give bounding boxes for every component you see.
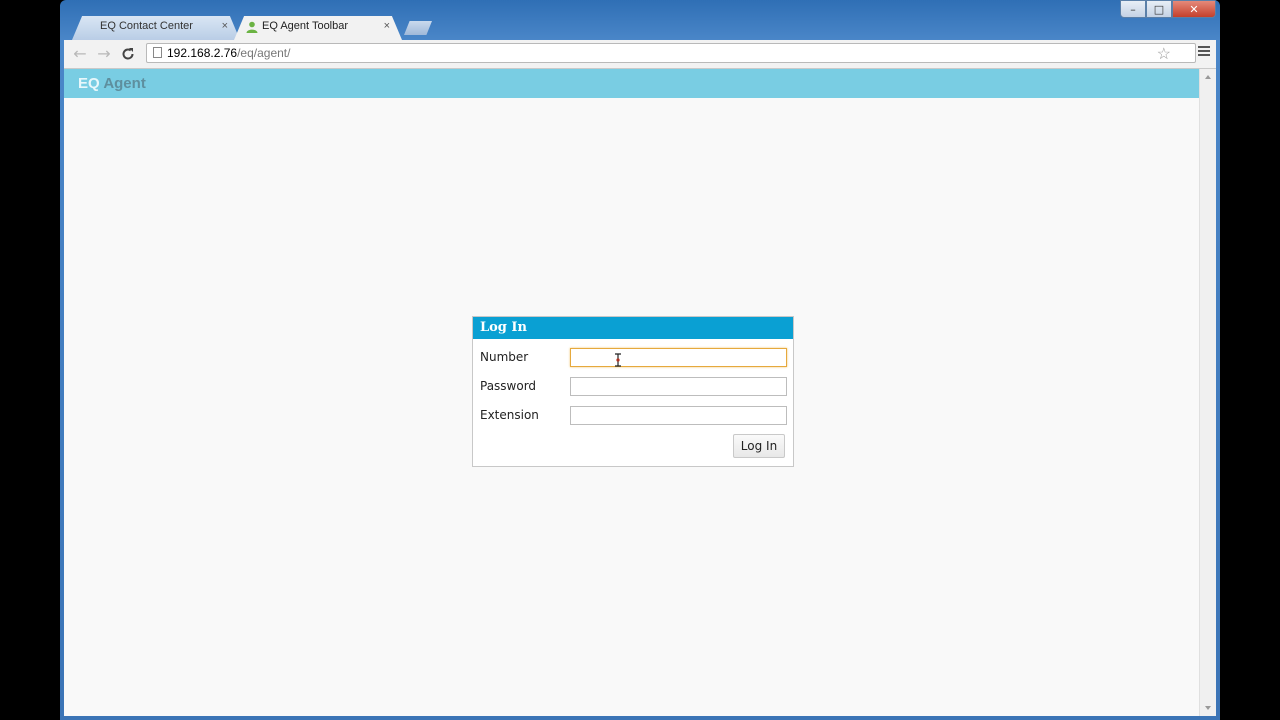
tab-title: EQ Contact Center [100, 20, 193, 32]
password-label: Password [480, 379, 537, 393]
bookmark-star-icon[interactable]: ☆ [1157, 46, 1171, 64]
text-cursor-icon [615, 353, 621, 367]
page-viewport: EQ Agent Log In Number Password Extensio… [64, 69, 1216, 716]
window-controls: – □ ✕ [1120, 0, 1216, 18]
password-input[interactable] [570, 377, 787, 396]
app-title: EQ Agent [78, 75, 146, 92]
browser-toolbar: ← → 192.168.2.76/eq/agent/ ☆ [64, 40, 1216, 69]
reload-icon[interactable] [118, 44, 138, 64]
number-label: Number [480, 350, 529, 364]
tab-strip: EQ Contact Center × EQ Agent Toolbar × [66, 16, 666, 40]
app-title-agent: Agent [103, 75, 146, 92]
app-header: EQ Agent [64, 69, 1200, 98]
scroll-down-icon[interactable] [1205, 706, 1211, 710]
back-arrow-icon[interactable]: ← [70, 44, 90, 64]
login-heading: Log In [473, 317, 793, 339]
vertical-scrollbar[interactable] [1199, 69, 1216, 716]
maximize-button[interactable]: □ [1146, 0, 1172, 18]
minimize-button[interactable]: – [1120, 0, 1146, 18]
number-input[interactable] [570, 348, 787, 367]
menu-icon[interactable] [1198, 46, 1210, 58]
browser-window: – □ ✕ EQ Contact Center × EQ Agent Toolb… [60, 0, 1220, 720]
app-title-eq: EQ [78, 75, 100, 92]
url-text: 192.168.2.76/eq/agent/ [167, 46, 291, 60]
close-window-button[interactable]: ✕ [1172, 0, 1216, 18]
tab-title: EQ Agent Toolbar [262, 20, 349, 32]
tab-close-icon[interactable]: × [384, 20, 390, 32]
scroll-up-icon[interactable] [1205, 75, 1211, 79]
extension-label: Extension [480, 408, 539, 422]
login-button[interactable]: Log In [733, 434, 785, 458]
page-icon [153, 47, 162, 58]
new-tab-button[interactable] [404, 21, 432, 35]
address-bar[interactable]: 192.168.2.76/eq/agent/ ☆ [146, 43, 1196, 63]
forward-arrow-icon[interactable]: → [94, 44, 114, 64]
user-icon [246, 21, 258, 33]
tab-eq-agent-toolbar[interactable]: EQ Agent Toolbar × [234, 16, 402, 40]
tab-eq-contact-center[interactable]: EQ Contact Center × [72, 16, 240, 40]
extension-input[interactable] [570, 406, 787, 425]
tab-close-icon[interactable]: × [222, 20, 228, 32]
login-panel: Log In Number Password Extension Log In [472, 316, 794, 467]
